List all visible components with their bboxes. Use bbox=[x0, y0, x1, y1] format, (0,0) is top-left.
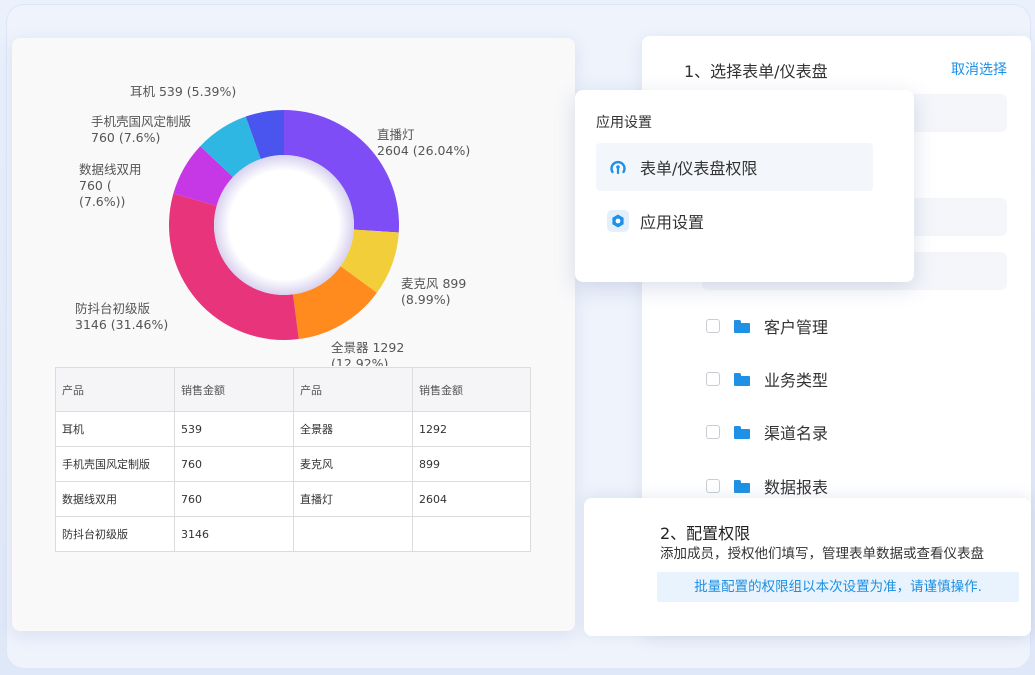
checkbox[interactable] bbox=[706, 372, 720, 386]
folder-icon bbox=[734, 372, 750, 386]
slice-label-panorama-name: 全景器 1292 bbox=[331, 340, 405, 355]
warning-notice: 批量配置的权限组以本次设置为准，请谨慎操作. bbox=[657, 572, 1019, 602]
table-cell: 直播灯 bbox=[293, 481, 413, 517]
permission-config-card: 2、配置权限 添加成员，授权他们填写，管理表单数据或查看仪表盘 批量配置的权限组… bbox=[584, 498, 1031, 636]
folder-item-report[interactable]: 数据报表 bbox=[706, 474, 828, 498]
table-cell: 麦克风 bbox=[293, 446, 413, 482]
folder-label: 客户管理 bbox=[764, 318, 829, 337]
slice-label-phonecase-name: 手机壳国风定制版 bbox=[91, 114, 192, 129]
step2-title: 2、配置权限 bbox=[660, 524, 751, 543]
checkbox[interactable] bbox=[706, 479, 720, 493]
slice-label-phonecase-value: 760 (7.6%) bbox=[91, 130, 161, 145]
dashboard-permission-icon bbox=[606, 155, 630, 179]
folder-item-customer[interactable]: 客户管理 bbox=[706, 314, 828, 338]
table-cell: 2604 bbox=[412, 481, 531, 517]
table-cell: 3146 bbox=[174, 516, 294, 552]
table-row: 数据线双用 760 直播灯 2604 bbox=[55, 481, 531, 517]
checkbox[interactable] bbox=[706, 425, 720, 439]
table-header: 产品 bbox=[293, 367, 413, 412]
slice-label-cable-value: 760 ( bbox=[79, 178, 112, 193]
slice-label-cable-name: 数据线双用 bbox=[79, 162, 142, 177]
menu-item-app-settings[interactable]: 应用设置 bbox=[596, 197, 873, 245]
table-header-row: 产品 销售金额 产品 销售金额 bbox=[55, 367, 531, 412]
table-cell: 耳机 bbox=[55, 411, 175, 447]
chart-card: 耳机 539 (5.39%) 手机壳国风定制版 760 (7.6%) 数据线双用… bbox=[12, 38, 575, 631]
slice-label-gimbal-name: 防抖台初级版 bbox=[75, 301, 151, 316]
slice-label-gimbal-value: 3146 (31.46%) bbox=[75, 317, 169, 332]
folder-icon bbox=[734, 425, 750, 439]
table-header: 产品 bbox=[55, 367, 175, 412]
sales-table: 产品 销售金额 产品 销售金额 耳机 539 全景器 1292 手机壳国风定制版… bbox=[55, 367, 531, 552]
table-cell: 1292 bbox=[412, 411, 531, 447]
slice-label-mic-percent: (8.99%) bbox=[401, 292, 451, 307]
slice-label-mic-name: 麦克风 899 bbox=[401, 276, 467, 291]
gear-icon bbox=[606, 209, 630, 233]
table-row: 防抖台初级版 3146 bbox=[55, 516, 531, 552]
folder-label: 数据报表 bbox=[764, 478, 829, 497]
table-cell bbox=[412, 516, 531, 552]
table-cell: 760 bbox=[174, 481, 294, 517]
table-header: 销售金额 bbox=[412, 367, 531, 412]
slice-label-earphone: 耳机 539 (5.39%) bbox=[130, 84, 237, 99]
slice-label-panorama-percent: (12.92%) bbox=[331, 356, 389, 366]
table-cell: 899 bbox=[412, 446, 531, 482]
folder-icon bbox=[734, 319, 750, 333]
table-cell: 防抖台初级版 bbox=[55, 516, 175, 552]
slice-label-livelight-value: 2604 (26.04%) bbox=[377, 143, 471, 158]
folder-item-business[interactable]: 业务类型 bbox=[706, 367, 828, 391]
app-settings-popup: 应用设置 表单/仪表盘权限 应用设置 bbox=[575, 90, 914, 282]
step2-description: 添加成员，授权他们填写，管理表单数据或查看仪表盘 bbox=[660, 546, 984, 562]
table-cell: 手机壳国风定制版 bbox=[55, 446, 175, 482]
checkbox[interactable] bbox=[706, 319, 720, 333]
folder-label: 业务类型 bbox=[764, 371, 829, 390]
donut-hole bbox=[214, 155, 354, 295]
table-cell: 760 bbox=[174, 446, 294, 482]
table-cell bbox=[293, 516, 413, 552]
folder-icon bbox=[734, 479, 750, 493]
table-row: 手机壳国风定制版 760 麦克风 899 bbox=[55, 446, 531, 482]
cancel-selection-link[interactable]: 取消选择 bbox=[951, 59, 1007, 79]
table-cell: 全景器 bbox=[293, 411, 413, 447]
step1-title: 1、选择表单/仪表盘 bbox=[684, 62, 828, 81]
table-cell: 数据线双用 bbox=[55, 481, 175, 517]
table-header: 销售金额 bbox=[174, 367, 294, 412]
slice-label-cable-percent: (7.6%)) bbox=[79, 194, 126, 209]
slice-label-livelight-name: 直播灯 bbox=[377, 127, 415, 142]
table-cell: 539 bbox=[174, 411, 294, 447]
table-row: 耳机 539 全景器 1292 bbox=[55, 411, 531, 447]
popup-title: 应用设置 bbox=[596, 115, 652, 131]
menu-item-form-permission[interactable]: 表单/仪表盘权限 bbox=[596, 143, 873, 191]
menu-item-label: 表单/仪表盘权限 bbox=[640, 159, 758, 178]
menu-item-label: 应用设置 bbox=[640, 213, 705, 232]
folder-label: 渠道名录 bbox=[764, 424, 829, 443]
folder-item-channel[interactable]: 渠道名录 bbox=[706, 420, 828, 444]
